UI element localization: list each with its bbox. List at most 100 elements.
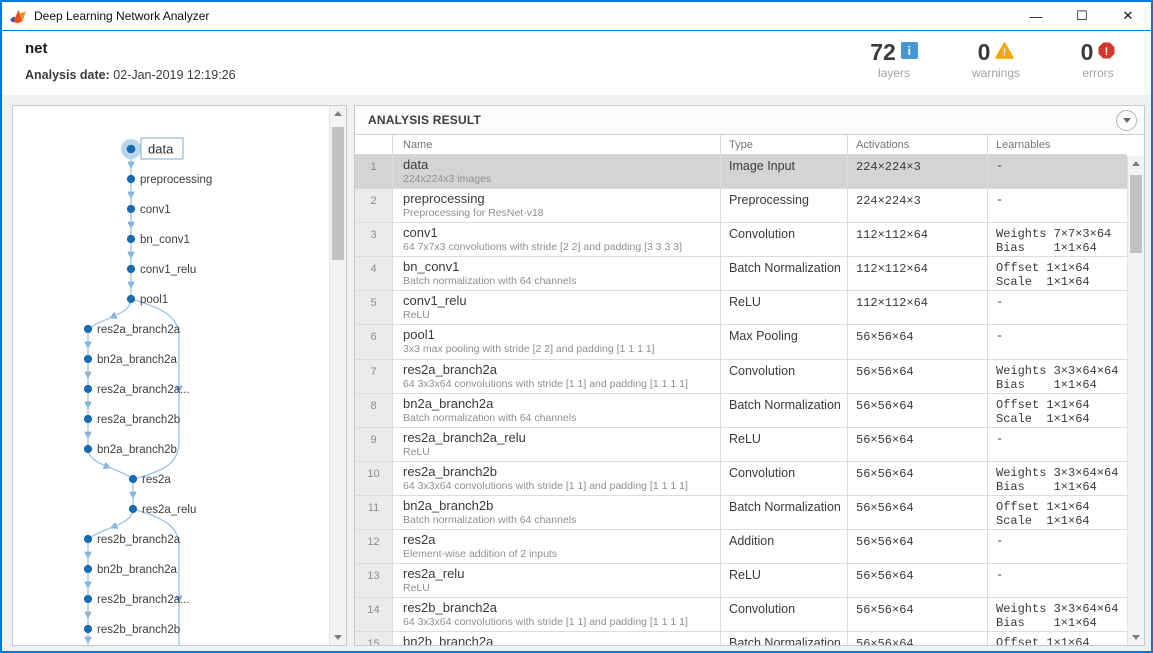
layer-learnables: - (996, 534, 1004, 549)
graph-node[interactable] (126, 234, 136, 244)
graph-node[interactable] (83, 324, 93, 334)
layer-description: Element-wise addition of 2 inputs (403, 548, 558, 561)
layer-name: preprocessing (403, 191, 485, 207)
table-row[interactable]: 13 res2a_relu ReLU ReLU 56×56×64 - (355, 564, 1127, 599)
layer-name: res2a_branch2a (403, 361, 497, 377)
table-scrollbar[interactable] (1127, 156, 1144, 645)
col-header-type: Type (721, 135, 848, 154)
graph-node-label[interactable]: res2b_branch2b (97, 624, 180, 636)
graph-node[interactable] (83, 414, 93, 424)
row-number: 5 (355, 291, 393, 325)
graph-node-label[interactable]: res2a (142, 474, 171, 486)
table-row[interactable]: 6 pool1 3x3 max pooling with stride [2 2… (355, 325, 1127, 360)
graph-node-label[interactable]: bn2a_branch2a (97, 354, 178, 366)
table-row[interactable]: 10 res2a_branch2b 64 3x3x64 convolutions… (355, 461, 1127, 496)
table-row[interactable]: 2 preprocessing Preprocessing for ResNet… (355, 189, 1127, 224)
table-row[interactable]: 5 conv1_relu ReLU ReLU 112×112×64 - (355, 291, 1127, 326)
window-title: Deep Learning Network Analyzer (34, 9, 210, 23)
graph-node-label[interactable]: res2b_branch2a... (97, 594, 190, 606)
layer-name-cell: conv1 64 7x7x3 convolutions with stride … (393, 223, 721, 257)
graph-node[interactable] (126, 174, 136, 184)
table-row[interactable]: 14 res2b_branch2a 64 3x3x64 convolutions… (355, 598, 1127, 633)
graph-node-label[interactable]: bn2a_branch2b (97, 444, 177, 456)
graph-node[interactable] (126, 264, 136, 274)
graph-node-label[interactable]: res2a_branch2a (97, 324, 181, 336)
table-row[interactable]: 9 res2a_branch2a_relu ReLU ReLU 56×56×64… (355, 427, 1127, 462)
table-row[interactable]: 15 bn2b_branch2a Batch Normalization 56×… (355, 632, 1127, 645)
table-row[interactable]: 3 conv1 64 7x7x3 convolutions with strid… (355, 223, 1127, 258)
collapse-panel-button[interactable] (1116, 110, 1137, 131)
graph-node[interactable] (126, 204, 136, 214)
graph-node-label[interactable]: pool1 (140, 294, 168, 306)
layer-type: Max Pooling (721, 325, 848, 359)
layer-name: res2a_relu (403, 566, 465, 582)
graph-node-label[interactable]: bn_conv1 (140, 234, 190, 246)
table-body: 1 data 224x224x3 images Image Input 224×… (355, 155, 1127, 645)
graph-node-label[interactable]: data (148, 142, 174, 157)
graph-node[interactable] (126, 144, 136, 154)
row-number: 9 (355, 427, 393, 461)
row-number: 3 (355, 223, 393, 257)
graph-node-label[interactable]: conv1 (140, 204, 171, 216)
graph-node-label[interactable]: conv1_relu (140, 264, 196, 276)
graph-node-label[interactable]: preprocessing (140, 174, 212, 186)
graph-scrollbar[interactable] (329, 106, 346, 645)
graph-node-label[interactable]: res2a_branch2b (97, 414, 180, 426)
minimize-icon[interactable]: — (1013, 2, 1059, 30)
analysis-date: Analysis date: 02-Jan-2019 12:19:26 (25, 68, 236, 82)
table-row[interactable]: 1 data 224x224x3 images Image Input 224×… (355, 155, 1127, 190)
scroll-up-icon[interactable] (334, 111, 342, 116)
graph-node-label[interactable]: bn2b_branch2a (97, 564, 178, 576)
layer-name: data (403, 157, 429, 172)
svg-text:!: ! (1003, 47, 1006, 58)
layer-description: ReLU (403, 582, 430, 595)
scroll-up-icon[interactable] (1132, 161, 1140, 166)
layer-name-cell: data 224x224x3 images (393, 155, 721, 189)
layer-name-cell: res2a Element-wise addition of 2 inputs (393, 530, 721, 564)
layer-name-cell: res2b_branch2a 64 3x3x64 convolutions wi… (393, 598, 721, 632)
layer-activations: 112×112×64 (848, 291, 988, 325)
errors-count: 0 (1080, 39, 1094, 65)
graph-node-label[interactable]: res2a_branch2a... (97, 384, 190, 396)
graph-node[interactable] (83, 534, 93, 544)
layer-description: Batch normalization with 64 channels (403, 275, 577, 288)
graph-node[interactable] (83, 354, 93, 364)
info-icon[interactable]: i (900, 42, 918, 59)
table-row[interactable]: 8 bn2a_branch2a Batch normalization with… (355, 393, 1127, 428)
layer-name-cell: bn2a_branch2a Batch normalization with 6… (393, 393, 721, 427)
layer-name: res2a_branch2b (403, 463, 497, 479)
graph-node[interactable] (83, 444, 93, 454)
graph-node[interactable] (128, 474, 138, 484)
table-scrollbar-thumb[interactable] (1130, 175, 1142, 253)
scroll-down-icon[interactable] (334, 635, 342, 640)
close-icon[interactable]: ✕ (1105, 2, 1151, 30)
graph-scrollbar-thumb[interactable] (332, 127, 344, 260)
graph-node[interactable] (83, 624, 93, 634)
layer-activations: 56×56×64 (848, 564, 988, 598)
table-row[interactable]: 11 bn2a_branch2b Batch normalization wit… (355, 495, 1127, 531)
graph-node[interactable] (83, 594, 93, 604)
scroll-down-icon[interactable] (1132, 635, 1140, 640)
layer-name-cell: bn2a_branch2b Batch normalization with 6… (393, 495, 721, 530)
graph-node-label[interactable]: res2b_branch2a (97, 534, 181, 546)
row-number: 4 (355, 257, 393, 291)
maximize-icon[interactable]: ☐ (1059, 2, 1105, 30)
table-row[interactable]: 7 res2a_branch2a 64 3x3x64 convolutions … (355, 359, 1127, 394)
row-number: 10 (355, 461, 393, 495)
layer-activations: 224×224×3 (848, 155, 988, 189)
layer-type: Convolution (721, 598, 848, 632)
table-row[interactable]: 4 bn_conv1 Batch normalization with 64 c… (355, 257, 1127, 292)
graph-node[interactable] (83, 384, 93, 394)
table-row[interactable]: 12 res2a Element-wise addition of 2 inpu… (355, 530, 1127, 565)
chevron-down-icon (1122, 118, 1131, 123)
graph-node[interactable] (83, 564, 93, 574)
layer-activations: 56×56×64 (848, 325, 988, 359)
graph-node[interactable] (126, 294, 136, 304)
row-number: 11 (355, 495, 393, 530)
layer-type: Image Input (721, 155, 848, 189)
graph-node[interactable] (128, 504, 138, 514)
graph-node-label[interactable]: res2a_relu (142, 504, 196, 516)
layer-description: 64 3x3x64 convolutions with stride [1 1]… (403, 479, 688, 492)
layer-name-cell: bn_conv1 Batch normalization with 64 cha… (393, 257, 721, 291)
layer-name: bn_conv1 (403, 259, 460, 275)
